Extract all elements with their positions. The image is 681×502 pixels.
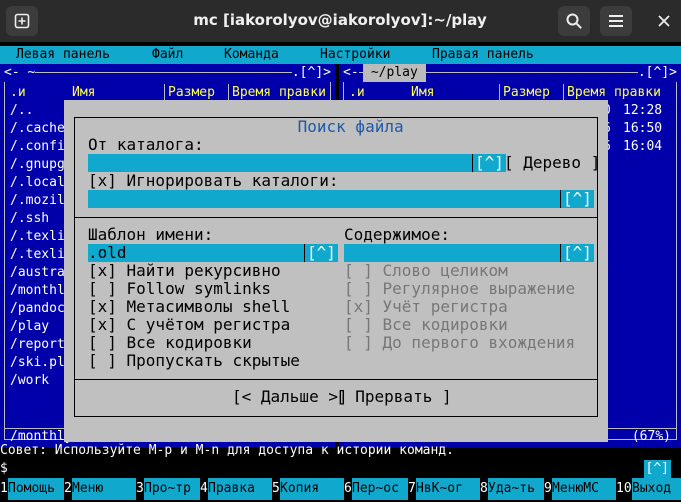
ignore-dirs-input[interactable] bbox=[88, 190, 584, 208]
menu-left-panel[interactable]: Левая панель bbox=[16, 46, 110, 64]
search-icon bbox=[566, 13, 582, 29]
fkey-number: 8 bbox=[480, 481, 488, 496]
ok-button[interactable]: [< Дальше >] bbox=[232, 388, 348, 406]
fkey-number: 3 bbox=[136, 481, 144, 496]
menu-options[interactable]: Настройки bbox=[320, 46, 390, 64]
first-hit-checkbox[interactable]: [ ] До первого вхождения bbox=[344, 334, 575, 352]
close-icon bbox=[658, 15, 670, 27]
right-panel-path[interactable]: ~/play bbox=[363, 64, 426, 82]
fkey-number: 2 bbox=[64, 481, 72, 496]
tree-button[interactable]: [ Дерево ] bbox=[504, 154, 600, 172]
start-dir-history-button[interactable]: [^] bbox=[472, 154, 506, 172]
new-tab-button[interactable] bbox=[6, 6, 38, 36]
fkey-number: 6 bbox=[344, 481, 352, 496]
command-prompt[interactable]: $ bbox=[0, 460, 681, 478]
fkey-number: 7 bbox=[408, 481, 416, 496]
shell-patterns-checkbox[interactable]: [x] Метасимволы shell bbox=[88, 298, 290, 316]
case-sensitive-checkbox[interactable]: [x] С учётом регистра bbox=[88, 316, 290, 334]
menu-button[interactable] bbox=[600, 6, 632, 36]
fkey-label[interactable]: Меню bbox=[72, 478, 136, 500]
fkey-label[interactable]: Уда~ть bbox=[488, 478, 544, 500]
fkey-number: 5 bbox=[272, 481, 280, 496]
left-file-row[interactable]: /.local bbox=[10, 174, 65, 192]
left-file-row[interactable]: /.ssh bbox=[10, 210, 49, 228]
fkey-label[interactable]: Правка bbox=[208, 478, 272, 500]
menu-right-panel[interactable]: Правая панель bbox=[432, 46, 534, 64]
dialog-title: Поиск файла bbox=[286, 117, 416, 136]
right-panel-back[interactable]: <- bbox=[343, 64, 359, 82]
all-charsets-checkbox[interactable]: [ ] Все кодировки bbox=[88, 334, 252, 352]
start-dir-input[interactable] bbox=[88, 154, 496, 172]
regexp-checkbox[interactable]: [ ] Регулярное выражение bbox=[344, 280, 575, 298]
content-label: Содержимое: bbox=[344, 225, 450, 244]
left-file-row[interactable]: /.. bbox=[10, 102, 33, 120]
fkey-label[interactable]: Про~тр bbox=[144, 478, 200, 500]
right-row-time: 16:50 bbox=[623, 121, 663, 136]
left-col-sort[interactable]: .и bbox=[10, 84, 26, 102]
left-file-row[interactable]: /play bbox=[10, 318, 49, 336]
content-charsets-checkbox[interactable]: [ ] Все кодировки bbox=[344, 316, 508, 334]
whole-words-checkbox[interactable]: [ ] Слово целиком bbox=[344, 262, 508, 280]
fkey-label[interactable]: Помощь bbox=[8, 478, 64, 500]
menu-command[interactable]: Команда bbox=[224, 46, 279, 64]
function-key-bar: 1 Помощь 2 Меню 3 Про~тр 4 Правка 5 Копия 6 Пер~ос 7… bbox=[0, 478, 681, 500]
cancel-button[interactable]: [ Прервать ] bbox=[336, 388, 452, 406]
window-title: mc [iakorolyov@iakorolyov]:~/play bbox=[193, 11, 487, 29]
left-file-row[interactable]: /.cache bbox=[10, 120, 65, 138]
command-history-button[interactable]: [^] bbox=[643, 460, 671, 478]
fkey-label[interactable]: Пер~ос bbox=[352, 478, 408, 500]
hamburger-icon bbox=[609, 15, 623, 27]
fkey-number: 1 bbox=[0, 481, 8, 496]
left-file-row[interactable]: /pandoc bbox=[10, 300, 65, 318]
name-pattern-label: Шаблон имени: bbox=[88, 225, 214, 244]
name-pattern-input[interactable]: .old bbox=[88, 244, 328, 262]
menu-bar: Левая панель Файл Команда Настройки Прав… bbox=[0, 46, 681, 64]
start-dir-label: От каталога: bbox=[88, 135, 204, 154]
ignore-dirs-history-button[interactable]: [^] bbox=[560, 190, 594, 208]
menu-file[interactable]: Файл bbox=[152, 46, 183, 64]
left-file-row[interactable]: /.gnupg bbox=[10, 156, 65, 174]
find-file-dialog: Поиск файла От каталога: [^] [ Дерево ] … bbox=[64, 100, 608, 442]
left-file-row[interactable]: /work bbox=[10, 372, 49, 390]
left-panel-hist[interactable]: .[^]> bbox=[291, 64, 331, 82]
content-case-checkbox[interactable]: [x] Учёт регистра bbox=[344, 298, 508, 316]
skip-hidden-checkbox[interactable]: [ ] Пропускать скрытые bbox=[88, 352, 300, 370]
hint-line: Совет: Используйте M-p и M-n для доступа… bbox=[0, 443, 454, 458]
right-row-time: 12:28 bbox=[623, 103, 663, 118]
left-panel-path[interactable]: <- ~ bbox=[4, 64, 36, 82]
fkey-label[interactable]: Выход bbox=[632, 478, 681, 500]
find-recursive-checkbox[interactable]: [x] Найти рекурсивно bbox=[88, 262, 281, 280]
follow-symlinks-checkbox[interactable]: [ ] Follow symlinks bbox=[88, 280, 271, 298]
right-row-time: 16:04 bbox=[623, 139, 663, 154]
new-tab-icon bbox=[14, 13, 30, 29]
fkey-label[interactable]: Копия bbox=[280, 478, 344, 500]
fkey-label[interactable]: МенюMC bbox=[552, 478, 616, 500]
fkey-number: 10 bbox=[616, 481, 632, 496]
content-history-button[interactable]: [^] bbox=[560, 244, 594, 262]
close-button[interactable] bbox=[648, 6, 680, 36]
content-input[interactable] bbox=[344, 244, 584, 262]
fkey-label[interactable]: НвК~ог bbox=[416, 478, 480, 500]
name-history-button[interactable]: [^] bbox=[304, 244, 338, 262]
fkey-number: 9 bbox=[544, 481, 552, 496]
ignore-dirs-checkbox[interactable]: [x] Игнорировать каталоги: bbox=[88, 172, 338, 190]
right-panel-hist[interactable]: .[^]> bbox=[637, 64, 677, 82]
fkey-number: 4 bbox=[200, 481, 208, 496]
search-button[interactable] bbox=[558, 6, 590, 36]
title-bar: mc [iakorolyov@iakorolyov]:~/play bbox=[0, 0, 681, 42]
